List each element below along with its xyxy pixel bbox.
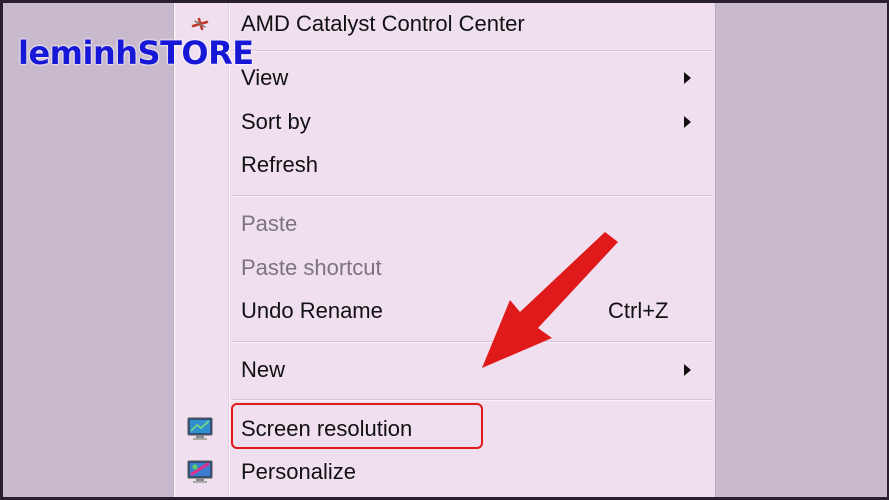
menu-item-label: Sort by bbox=[241, 109, 311, 134]
menu-item-paste[interactable]: Paste bbox=[174, 204, 715, 244]
submenu-arrow-icon bbox=[684, 116, 691, 128]
menu-item-label: Paste bbox=[241, 211, 298, 236]
menu-item-sort-by[interactable]: Sort by bbox=[174, 102, 715, 142]
menu-separator bbox=[231, 399, 713, 401]
menu-item-label: New bbox=[241, 357, 286, 382]
personalize-icon bbox=[187, 460, 213, 483]
annotation-arrow-icon bbox=[482, 232, 618, 368]
submenu-arrow-icon bbox=[684, 72, 691, 84]
menu-item-amd-catalyst[interactable]: AMD Catalyst Control Center bbox=[174, 4, 715, 44]
menu-item-label: Undo Rename bbox=[241, 298, 383, 323]
watermark-logo: leminhSTORE bbox=[18, 34, 254, 72]
menu-item-undo-rename[interactable]: Undo Rename Ctrl+Z bbox=[174, 291, 715, 331]
menu-item-refresh[interactable]: Refresh bbox=[174, 145, 715, 185]
menu-separator bbox=[231, 195, 713, 197]
menu-item-label: Refresh bbox=[241, 152, 319, 177]
menu-item-label: Paste shortcut bbox=[241, 255, 382, 280]
menu-item-label: Personalize bbox=[241, 459, 356, 484]
menu-item-view[interactable]: View bbox=[174, 58, 715, 98]
menu-item-new[interactable]: New bbox=[174, 350, 715, 390]
submenu-arrow-icon bbox=[684, 364, 691, 376]
menu-item-paste-shortcut[interactable]: Paste shortcut bbox=[174, 248, 715, 288]
menu-separator bbox=[231, 50, 713, 52]
monitor-icon bbox=[187, 417, 213, 440]
annotation-highlight-box bbox=[231, 403, 483, 449]
menu-item-personalize[interactable]: Personalize bbox=[174, 452, 715, 492]
menu-item-label: AMD Catalyst Control Center bbox=[241, 11, 525, 36]
